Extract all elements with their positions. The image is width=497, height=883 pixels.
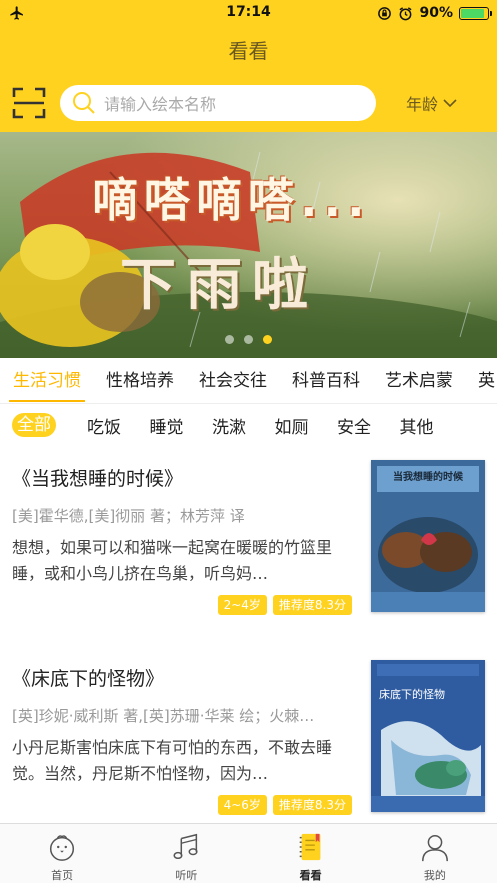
banner-carousel[interactable]: 嘀嗒嘀嗒... 下雨啦 (0, 132, 497, 358)
battery-fill (461, 8, 485, 18)
carousel-dot-active[interactable] (263, 335, 272, 344)
book-tags: 4~6岁 推荐度8.3分 (217, 795, 352, 815)
airplane-icon (10, 6, 23, 20)
tab-category[interactable]: 艺术启蒙 (385, 358, 453, 403)
book-icon (299, 833, 321, 861)
carousel-dot[interactable] (225, 335, 234, 344)
search-placeholder: 请输入绘本名称 (104, 95, 217, 114)
book-cover-art (371, 660, 485, 812)
nav-label: 听听 (175, 869, 198, 882)
nav-label: 我的 (423, 869, 446, 882)
age-badge: 4~6岁 (217, 795, 267, 815)
book-description: 小丹尼斯害怕床底下有可怕的东西，不敢去睡觉。当然，丹尼斯不怕怪物，因为… (12, 738, 333, 783)
tab-subcategory[interactable]: 吃饭 (74, 413, 134, 438)
nav-look[interactable]: 看看 (249, 824, 373, 883)
rating-badge: 推荐度8.3分 (272, 795, 352, 815)
nav-mine[interactable]: 我的 (373, 824, 497, 883)
age-filter-button[interactable]: 年龄 (406, 90, 458, 116)
tab-category[interactable]: 社会交往 (199, 358, 267, 403)
nav-label: 看看 (299, 869, 322, 882)
book-authors: [美]霍华德,[美]彻丽 著；林芳萍 译 (12, 507, 245, 525)
tab-subcategory[interactable]: 如厕 (262, 413, 322, 438)
book-cover-title: 当我想睡的时候 (393, 472, 463, 483)
tab-subcategory[interactable]: 全部 (12, 413, 56, 437)
alarm-icon (399, 6, 413, 20)
book-description: 想想，如果可以和猫咪一起窝在暖暖的竹篮里睡，或和小鸟儿挤在鸟巢，听鸟妈… (12, 538, 333, 583)
chevron-down-icon (443, 99, 457, 108)
nav-label: 首页 (51, 869, 74, 882)
status-right: 90% (377, 5, 492, 21)
scan-button[interactable] (12, 86, 46, 120)
tab-category[interactable]: 科普百科 (292, 358, 360, 403)
tab-category[interactable]: 英 (478, 358, 495, 403)
book-cover[interactable]: 床底下的怪物 (371, 660, 485, 812)
rating-badge: 推荐度8.3分 (272, 595, 352, 615)
rotation-lock-icon (378, 6, 392, 20)
subcategory-tabs: 全部 吃饭 睡觉 洗漱 如厕 安全 其他 (0, 404, 497, 446)
book-cover[interactable]: 当我想睡的时候 (371, 460, 485, 612)
scan-icon (12, 87, 46, 119)
book-title: 《床底下的怪物》 (12, 668, 165, 690)
tab-subcategory[interactable]: 其他 (387, 413, 447, 438)
banner-title-line-2: 下雨啦 (120, 253, 318, 318)
search-input[interactable]: 请输入绘本名称 (60, 85, 376, 121)
category-tabs: 生活习惯 性格培养 社会交往 科普百科 艺术启蒙 英 (0, 358, 497, 404)
status-bar: 17:14 90% (0, 0, 497, 26)
person-icon (421, 834, 448, 862)
nav-listen[interactable]: 听听 (124, 824, 248, 883)
page-title: 看看 (228, 38, 269, 63)
chick-icon (50, 835, 75, 861)
carousel-dot[interactable] (244, 335, 253, 344)
battery-icon (459, 6, 492, 20)
tab-category[interactable]: 性格培养 (106, 358, 174, 403)
status-left (8, 5, 148, 21)
tab-subcategory[interactable]: 安全 (324, 413, 384, 438)
age-filter-label: 年龄 (406, 95, 439, 114)
music-note-icon (173, 833, 198, 860)
book-authors: [英]珍妮·威利斯 著,[英]苏珊·华莱 绘；火棘… (12, 707, 315, 725)
book-list-item[interactable]: 《当我想睡的时候》 [美]霍华德,[美]彻丽 著；林芳萍 译 想想，如果可以和猫… (0, 460, 497, 664)
title-bar: 看看 (0, 26, 497, 72)
book-tags: 2~4岁 推荐度8.3分 (217, 595, 352, 615)
tab-category[interactable]: 生活习惯 (9, 358, 85, 403)
banner-title-line-1: 嘀嗒嘀嗒... (92, 173, 371, 227)
book-cover-title: 床底下的怪物 (379, 688, 445, 701)
tab-subcategory[interactable]: 洗漱 (199, 413, 259, 438)
nav-home[interactable]: 首页 (0, 824, 124, 883)
tab-subcategory[interactable]: 睡觉 (137, 413, 197, 438)
book-title: 《当我想睡的时候》 (12, 468, 184, 490)
bottom-tab-bar: 首页 听听 看看 我的 (0, 823, 497, 883)
search-icon (73, 92, 95, 114)
battery-percent: 90% (419, 5, 453, 21)
search-bar: 请输入绘本名称 年龄 (0, 72, 497, 132)
carousel-indicator (0, 335, 497, 344)
age-badge: 2~4岁 (217, 595, 267, 615)
